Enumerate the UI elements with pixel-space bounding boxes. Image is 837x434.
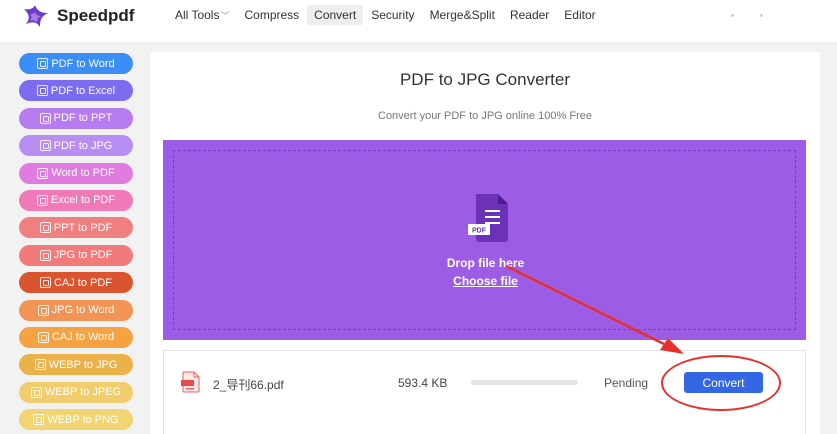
document-icon	[39, 249, 51, 261]
pdf-document-icon	[181, 371, 200, 393]
sidebar-item-label: CAJ to PDF	[53, 276, 113, 289]
document-icon	[36, 85, 48, 97]
sidebar-item-word-to-pdf[interactable]: Word to PDF	[19, 162, 133, 184]
sidebar-item-pdf-to-jpg[interactable]: PDF to JPG	[19, 135, 133, 157]
page-title: PDF to JPG Converter	[399, 70, 571, 89]
top-header: Speedpdf All Tools﹀ Compress Convert Sec…	[0, 0, 837, 42]
drop-file-text: Drop file here	[446, 256, 525, 270]
sidebar-item-label: Excel to PDF	[50, 194, 116, 207]
document-icon	[36, 194, 48, 206]
sidebar-item-label: PDF to PPT	[53, 112, 113, 125]
header-dot	[760, 14, 763, 17]
header-dot	[731, 14, 734, 17]
converter-panel: PDF to JPG Converter Convert your PDF to…	[150, 52, 820, 434]
sidebar-item-label: JPG to Word	[51, 304, 115, 317]
sidebar-item-label: WEBP to JPG	[48, 358, 118, 371]
sidebar-item-label: WEBP to PNG	[47, 413, 119, 426]
sidebar-item-label: PDF to JPG	[53, 139, 113, 152]
speedpdf-logo-icon[interactable]	[20, 3, 50, 31]
main-nav: All Tools﹀ Compress Convert Security Mer…	[168, 5, 604, 25]
sidebar-item-webp-to-jpeg[interactable]: WEBP to JPEG	[19, 381, 133, 403]
document-icon	[37, 167, 49, 179]
sidebar-item-ppt-to-pdf[interactable]: PPT to PDF	[19, 217, 133, 239]
document-icon	[33, 414, 45, 426]
choose-file-link[interactable]: Choose file	[174, 274, 797, 288]
upload-progress-bar	[471, 380, 578, 385]
document-icon	[37, 58, 49, 69]
document-icon	[34, 359, 46, 371]
document-icon	[39, 140, 51, 152]
nav-convert[interactable]: Convert	[307, 5, 364, 25]
sidebar-item-caj-to-word[interactable]: CAJ to Word	[19, 326, 133, 348]
document-icon	[30, 386, 42, 398]
dropzone-border: PDF Drop file here Choose file	[173, 150, 796, 330]
convert-button[interactable]: Convert	[684, 372, 763, 393]
page-subtitle: Convert your PDF to JPG online 100% Free	[378, 110, 592, 122]
nav-editor[interactable]: Editor	[557, 5, 602, 25]
sidebar-item-excel-to-pdf[interactable]: Excel to PDF	[19, 189, 133, 211]
sidebar-item-label: CAJ to Word	[51, 331, 115, 344]
sidebar-item-label: WEBP to JPEG	[44, 386, 122, 399]
sidebar-item-jpg-to-pdf[interactable]: JPG to PDF	[19, 244, 133, 266]
sidebar-item-caj-to-pdf[interactable]: CAJ to PDF	[19, 272, 133, 294]
file-dropzone[interactable]: PDF Drop file here Choose file	[163, 140, 806, 340]
file-row: 2_导刊66.pdf 593.4 KB Pending Convert	[163, 350, 806, 434]
nav-security[interactable]: Security	[364, 5, 421, 25]
file-size: 593.4 KB	[398, 376, 448, 390]
pdf-file-icon: PDF	[468, 194, 508, 242]
sidebar-item-jpg-to-word[interactable]: JPG to Word	[19, 299, 133, 321]
file-name: 2_导刊66.pdf	[213, 378, 284, 392]
nav-compress[interactable]: Compress	[237, 5, 306, 25]
document-icon	[37, 331, 49, 343]
document-icon	[37, 304, 49, 316]
file-status: Pending	[604, 376, 649, 390]
sidebar-item-webp-to-png[interactable]: WEBP to PNG	[19, 409, 133, 431]
pdf-icon-label: PDF	[472, 228, 487, 235]
tool-sidebar: PDF to Word PDF to Excel PDF to PPT PDF …	[19, 53, 133, 434]
document-icon	[39, 277, 51, 289]
nav-reader[interactable]: Reader	[503, 5, 556, 25]
chevron-down-icon: ﹀	[220, 11, 230, 21]
brand-name[interactable]: Speedpdf	[57, 6, 134, 26]
nav-all-tools-label: All Tools	[175, 8, 220, 22]
sidebar-item-pdf-to-word[interactable]: PDF to Word	[19, 53, 133, 74]
sidebar-item-label: PDF to Word	[51, 57, 115, 70]
sidebar-item-label: PPT to PDF	[53, 221, 113, 234]
sidebar-item-pdf-to-excel[interactable]: PDF to Excel	[19, 80, 133, 102]
sidebar-item-label: Word to PDF	[51, 167, 115, 180]
sidebar-item-pdf-to-ppt[interactable]: PDF to PPT	[19, 107, 133, 129]
sidebar-item-label: PDF to Excel	[50, 84, 116, 97]
nav-merge-split[interactable]: Merge&Split	[423, 5, 502, 25]
nav-all-tools[interactable]: All Tools﹀	[168, 5, 236, 25]
document-icon	[39, 222, 51, 234]
sidebar-item-webp-to-jpg[interactable]: WEBP to JPG	[19, 354, 133, 376]
document-icon	[39, 112, 51, 124]
sidebar-item-label: JPG to PDF	[53, 249, 113, 262]
